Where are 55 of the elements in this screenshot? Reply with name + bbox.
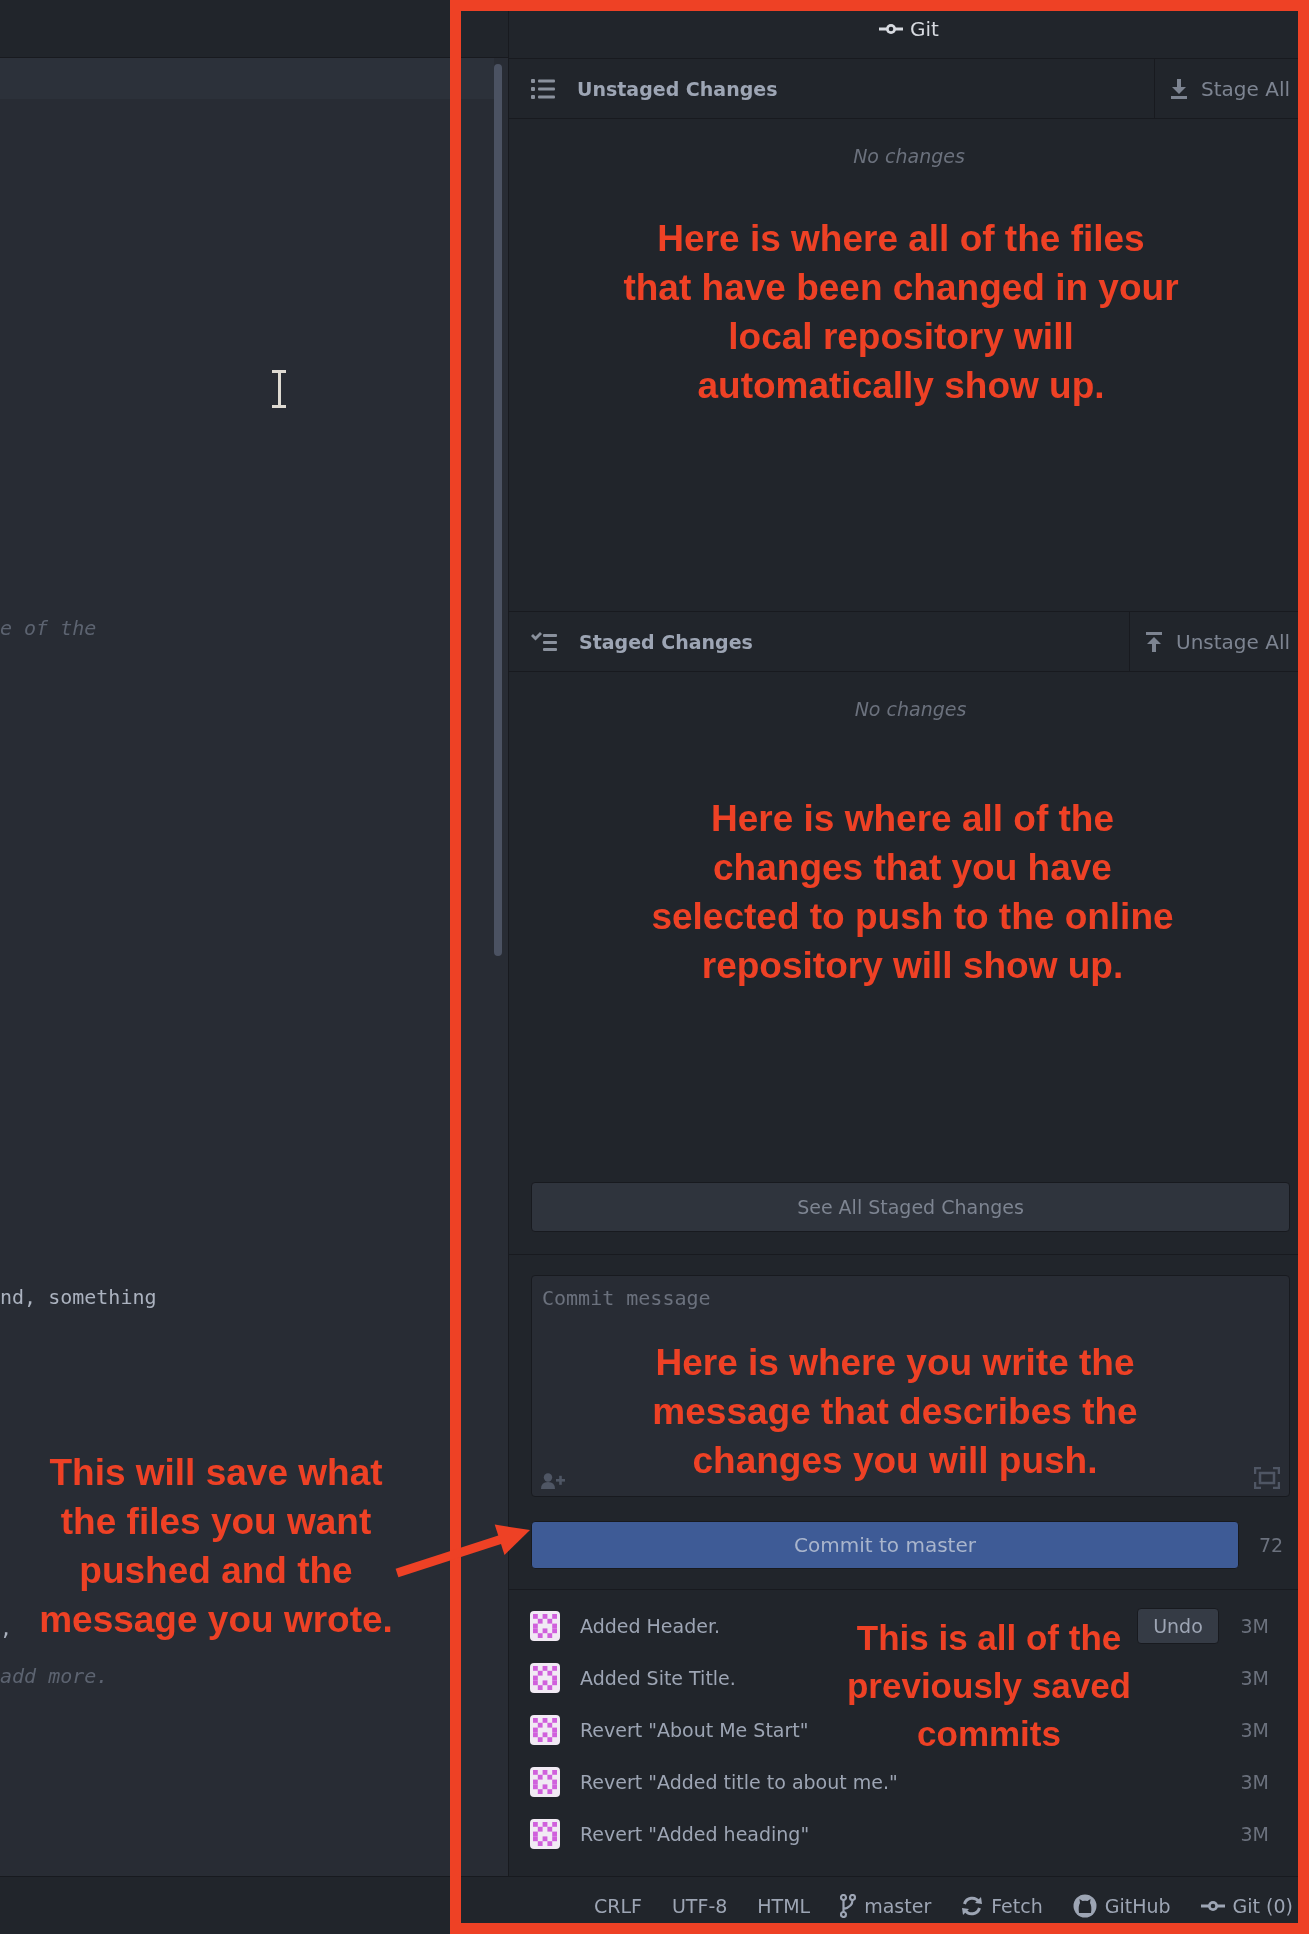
avatar-icon bbox=[530, 1611, 560, 1641]
header-action-button[interactable]: Unstage All bbox=[1129, 612, 1309, 671]
status-item[interactable]: CRLF bbox=[593, 1894, 642, 1917]
section-title: Staged Changes bbox=[579, 630, 753, 653]
panel-tab[interactable]: Git bbox=[879, 17, 939, 41]
status-item[interactable]: UTF-8 bbox=[671, 1894, 728, 1917]
upload-icon bbox=[1146, 631, 1162, 652]
status-item[interactable]: GitHub bbox=[1072, 1893, 1171, 1918]
code-line: add more. bbox=[0, 1663, 109, 1690]
commit-time: 3M bbox=[1239, 1667, 1269, 1689]
annotation-text: This will save what the files you want pushed and the message you wrote. bbox=[38, 1451, 394, 1642]
section-title: Unstaged Changes bbox=[577, 77, 778, 100]
annotation-text: Here is where all of the files that have been changed in your local repository will automatically show up. bbox=[622, 217, 1180, 408]
commit-time: 3M bbox=[1239, 1771, 1269, 1793]
avatar-icon bbox=[530, 1715, 560, 1745]
character-count: 72 bbox=[1259, 1534, 1284, 1556]
text-cursor-icon bbox=[272, 370, 286, 408]
commit-time: 3M bbox=[1239, 1823, 1269, 1845]
branch-icon bbox=[840, 1893, 857, 1918]
commit-message: Revert "Added title to about me." bbox=[580, 1771, 898, 1793]
annotation-text: This is all of the previously saved commits bbox=[845, 1617, 1132, 1755]
see-all-button[interactable]: See All Staged Changes bbox=[531, 1182, 1290, 1232]
avatar-icon bbox=[530, 1663, 560, 1693]
commit-message: Revert "About Me Start" bbox=[580, 1719, 809, 1741]
commit-icon bbox=[879, 23, 904, 35]
commit-message: Added Header. bbox=[580, 1615, 721, 1637]
commit-message: Added Site Title. bbox=[580, 1667, 736, 1689]
expand-icon bbox=[1254, 1467, 1280, 1489]
refresh-icon bbox=[961, 1894, 984, 1917]
checklist-icon bbox=[531, 630, 557, 653]
status-item[interactable]: Git (0) bbox=[1200, 1894, 1293, 1917]
status-item[interactable]: Fetch bbox=[961, 1894, 1043, 1917]
avatar-icon bbox=[530, 1767, 560, 1797]
status-item[interactable]: HTML bbox=[757, 1894, 811, 1917]
code-line: nd, something bbox=[0, 1284, 157, 1311]
status-item[interactable]: master bbox=[840, 1893, 932, 1918]
avatar-icon bbox=[530, 1819, 560, 1849]
add-person-icon bbox=[541, 1473, 565, 1489]
commit-time: 3M bbox=[1239, 1719, 1269, 1741]
undo-button[interactable]: Undo bbox=[1137, 1608, 1219, 1644]
commit-time: 3M bbox=[1239, 1615, 1269, 1637]
annotation-text: Here is where you write the message that describes the changes you will push. bbox=[651, 1341, 1139, 1483]
empty-message: No changes bbox=[852, 144, 966, 167]
list-icon bbox=[531, 77, 555, 100]
code-line: e of the bbox=[0, 615, 97, 642]
empty-message: No changes bbox=[853, 697, 968, 720]
annotation-text: Here is where all of the changes that you have selected to push to the online repository will show up. bbox=[650, 797, 1175, 988]
commit-icon bbox=[1200, 1899, 1225, 1912]
cat-logo-icon bbox=[1072, 1893, 1097, 1918]
download-icon bbox=[1171, 78, 1188, 99]
commit-message: Revert "Added heading" bbox=[580, 1823, 810, 1845]
code-line: , bbox=[0, 1615, 13, 1642]
scrollbar-thumb[interactable] bbox=[494, 64, 502, 956]
header-action-button[interactable]: Stage All bbox=[1154, 59, 1309, 118]
commit-button[interactable]: Commit to master bbox=[531, 1521, 1239, 1569]
